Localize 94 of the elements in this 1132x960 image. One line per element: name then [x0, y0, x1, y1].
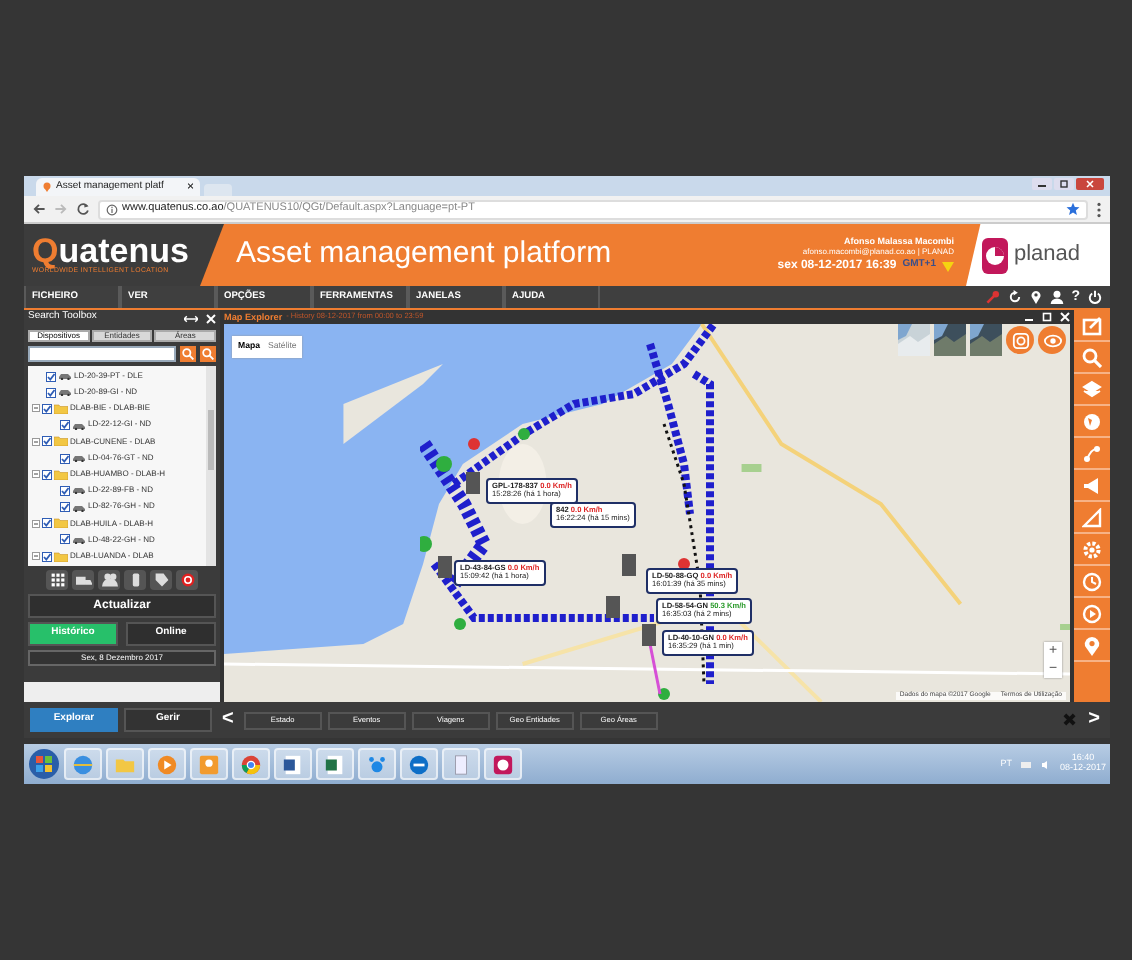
resize-icon[interactable] — [184, 313, 198, 323]
folder-icon — [54, 551, 68, 562]
toolbar-button[interactable] — [72, 570, 94, 590]
toolbar-button[interactable] — [98, 570, 120, 590]
star-icon[interactable] — [1066, 202, 1080, 216]
close-icon[interactable] — [1060, 312, 1070, 322]
toolbar-button[interactable] — [124, 570, 146, 590]
car-icon — [72, 454, 86, 463]
pin-icon[interactable] — [1029, 290, 1042, 304]
file-icon — [450, 753, 472, 775]
paw-icon — [366, 753, 388, 775]
pin-icon — [1082, 635, 1102, 655]
folder-icon — [54, 436, 68, 447]
checkbox[interactable] — [42, 551, 52, 562]
taskbar-button[interactable] — [232, 748, 270, 780]
checkbox[interactable] — [42, 518, 52, 529]
taskbar-button[interactable] — [484, 748, 522, 780]
expander-icon[interactable] — [32, 519, 40, 528]
search-icon — [202, 348, 214, 360]
folder-icon — [54, 403, 68, 414]
search-icon — [182, 348, 194, 360]
checkbox[interactable] — [60, 485, 70, 496]
expander-icon[interactable] — [32, 552, 40, 561]
car-icon — [72, 535, 86, 544]
refresh-icon[interactable] — [1007, 290, 1022, 304]
next-button[interactable]: > — [1084, 710, 1104, 730]
truck-icon — [75, 572, 91, 588]
wrench-icon[interactable] — [985, 290, 1000, 304]
search-button[interactable] — [180, 346, 196, 362]
taskbar-button[interactable] — [316, 748, 354, 780]
expander-icon[interactable] — [32, 404, 40, 413]
clock-icon — [1082, 571, 1102, 591]
checkbox[interactable] — [42, 436, 52, 447]
planad-logo-icon — [982, 237, 1008, 273]
more-icon[interactable] — [1096, 201, 1102, 217]
checkbox[interactable] — [60, 502, 70, 513]
toolbar-button[interactable] — [46, 570, 68, 590]
browser-icon — [240, 753, 262, 775]
user-icon[interactable] — [1049, 290, 1064, 304]
car-icon — [72, 503, 86, 512]
logo-text: Quatenus — [32, 234, 191, 269]
car-icon — [58, 372, 72, 381]
search-icon — [1082, 347, 1102, 367]
play-icon — [156, 753, 178, 775]
search-field[interactable] — [28, 346, 176, 362]
taskbar-button[interactable] — [358, 748, 396, 780]
minimize-icon[interactable] — [1032, 178, 1052, 190]
search-button[interactable] — [200, 346, 216, 362]
reload-icon[interactable] — [76, 202, 90, 216]
checkbox[interactable] — [60, 420, 70, 431]
expander-icon[interactable] — [32, 437, 40, 446]
checkbox[interactable] — [46, 371, 56, 382]
alarm-icon — [179, 572, 195, 588]
power-icon[interactable] — [1088, 290, 1102, 304]
taskbar-button[interactable] — [64, 748, 102, 780]
route-icon — [1082, 443, 1102, 463]
document-icon — [282, 753, 304, 775]
spreadsheet-icon — [324, 753, 346, 775]
previous-button[interactable]: < — [218, 710, 238, 730]
checkbox[interactable] — [46, 387, 56, 398]
back-icon[interactable] — [32, 202, 46, 216]
expander-icon[interactable] — [32, 470, 40, 479]
tag-icon — [153, 572, 169, 588]
play-icon — [1082, 603, 1102, 623]
volume-icon[interactable] — [1039, 759, 1052, 769]
maximize-icon[interactable] — [1042, 312, 1052, 322]
toolbar-button[interactable] — [176, 570, 198, 590]
phone-icon — [127, 572, 143, 588]
car-icon — [72, 421, 86, 430]
folder-icon — [54, 469, 68, 480]
settings-icon — [1082, 539, 1102, 559]
taskbar-button[interactable] — [400, 748, 438, 780]
favicon-icon — [42, 182, 52, 192]
pie-icon — [492, 753, 514, 775]
start-button[interactable] — [28, 748, 60, 780]
brand-name: planad — [1014, 242, 1081, 268]
toolbar-button[interactable] — [150, 570, 172, 590]
checkbox[interactable] — [42, 469, 52, 480]
ruler-icon — [1082, 507, 1102, 527]
scrollbar[interactable] — [206, 366, 216, 566]
checkbox[interactable] — [42, 403, 52, 414]
taskbar-button[interactable] — [274, 748, 312, 780]
info-icon — [106, 203, 118, 215]
app-title: Asset management platform — [234, 238, 614, 272]
eye-icon — [1043, 331, 1061, 349]
folder-icon — [54, 518, 68, 529]
checkbox[interactable] — [60, 453, 70, 464]
megaphone-icon — [1082, 475, 1102, 495]
checkbox[interactable] — [60, 534, 70, 545]
car-icon — [72, 486, 86, 495]
car-icon — [58, 388, 72, 397]
close-icon[interactable] — [206, 313, 216, 323]
grid-icon — [49, 572, 65, 588]
window-icon — [1082, 315, 1102, 335]
